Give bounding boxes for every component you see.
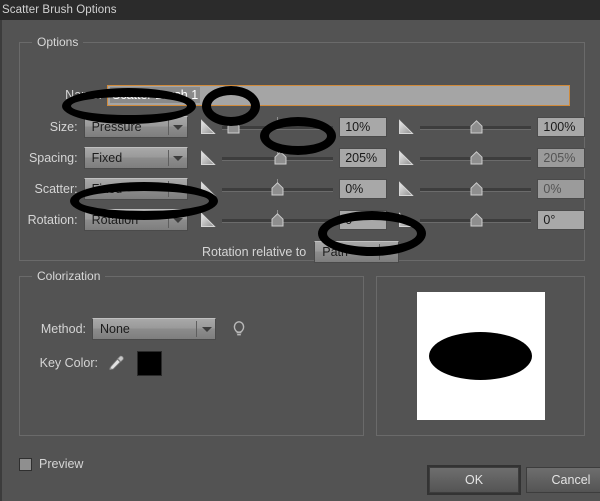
dropdown-separator [167, 150, 169, 166]
dropdown-separator [379, 244, 381, 260]
param-max-value-0[interactable]: 100% [537, 117, 586, 137]
key-color-label: Key Color: [39, 356, 98, 370]
window-titlebar: Scatter Brush Options [0, 0, 600, 20]
param-min-value-3[interactable]: 0° [339, 210, 387, 230]
param-min-slider-0[interactable] [221, 117, 334, 137]
slider-thumb[interactable] [227, 120, 240, 134]
size-wedge-icon-min-3 [200, 212, 218, 228]
slider-thumb[interactable] [470, 120, 483, 134]
param-min-value-0[interactable]: 10% [339, 117, 387, 137]
chevron-down-icon [381, 242, 398, 262]
param-max-slider-2[interactable] [419, 179, 532, 199]
cancel-button[interactable]: Cancel [526, 467, 600, 493]
eyedropper-icon[interactable] [107, 354, 125, 372]
chevron-down-icon [170, 148, 187, 168]
name-input[interactable]: Scatter Brush 1 [107, 84, 570, 106]
size-wedge-icon-min-1 [200, 150, 218, 166]
key-color-row: Key Color: [26, 350, 162, 376]
parameter-row: Rotation: Rotation 0° 0° [19, 209, 586, 231]
dropdown-separator [167, 212, 169, 228]
param-min-slider-1[interactable] [221, 148, 334, 168]
slider-thumb[interactable] [274, 151, 287, 165]
param-max-slider-1[interactable] [419, 148, 532, 168]
param-min-value-2[interactable]: 0% [339, 179, 387, 199]
preview-checkbox-label: Preview [39, 457, 84, 471]
size-wedge-icon-min-0 [200, 119, 218, 135]
method-label: Method: [40, 322, 86, 336]
lightbulb-icon[interactable] [232, 320, 246, 338]
param-mode-dropdown-0[interactable]: Pressure [83, 116, 188, 138]
param-mode-value-0: Pressure [91, 120, 142, 134]
ok-button[interactable]: OK [427, 465, 521, 495]
rotation-relative-row: Rotation relative to Path [202, 241, 400, 263]
param-label-0: Size: [49, 120, 78, 134]
param-mode-value-2: Fixed [91, 182, 123, 196]
slider-thumb[interactable] [470, 213, 483, 227]
param-mode-dropdown-3[interactable]: Rotation [83, 209, 188, 231]
preview-checkbox-row[interactable]: Preview [19, 457, 83, 471]
param-max-value-3[interactable]: 0° [537, 210, 586, 230]
method-row: Method: None [26, 318, 246, 340]
slider-thumb[interactable] [271, 182, 284, 196]
param-mode-dropdown-1[interactable]: Fixed [83, 147, 188, 169]
param-min-value-1[interactable]: 205% [339, 148, 387, 168]
preview-ellipse-shape [429, 332, 532, 380]
key-color-swatch[interactable] [137, 350, 162, 376]
param-max-slider-3[interactable] [419, 210, 532, 230]
scatter-brush-options-dialog: Options Name: Scatter Brush 1 Size: Pres… [0, 20, 600, 501]
options-group-label: Options [32, 35, 84, 49]
chevron-down-icon [170, 179, 187, 199]
parameter-row: Size: Pressure 10% 100% [19, 116, 586, 138]
dropdown-separator [167, 181, 169, 197]
size-wedge-icon-max-2 [398, 181, 416, 197]
method-value: None [100, 322, 130, 336]
size-wedge-icon-max-3 [398, 212, 416, 228]
chevron-down-icon [170, 210, 187, 230]
brush-preview-panel [376, 276, 585, 436]
param-label-2: Scatter: [34, 182, 78, 196]
dropdown-separator [196, 321, 197, 337]
param-mode-value-1: Fixed [91, 151, 123, 165]
dropdown-separator [167, 119, 169, 135]
rotation-relative-value: Path [322, 245, 348, 259]
param-max-value-1[interactable]: 205% [537, 148, 586, 168]
name-label: Name: [65, 88, 102, 102]
parameter-row: Scatter: Fixed 0% 0% [19, 178, 586, 200]
name-row: Name: Scatter Brush 1 [19, 84, 585, 106]
param-min-slider-2[interactable] [221, 179, 334, 199]
slider-tick [277, 117, 279, 123]
name-input-value: Scatter Brush 1 [110, 87, 201, 103]
size-wedge-icon-max-0 [398, 119, 416, 135]
param-label-3: Rotation: [27, 213, 78, 227]
window-title: Scatter Brush Options [2, 4, 117, 16]
slider-thumb[interactable] [470, 182, 483, 196]
size-wedge-icon-min-2 [200, 181, 218, 197]
slider-thumb[interactable] [470, 151, 483, 165]
param-mode-value-3: Rotation [91, 213, 139, 227]
preview-canvas [416, 292, 545, 420]
preview-checkbox[interactable] [19, 457, 32, 471]
colorization-group-label: Colorization [32, 269, 106, 283]
rotation-relative-dropdown[interactable]: Path [314, 241, 400, 263]
chevron-down-icon [198, 319, 215, 339]
parameter-row: Spacing: Fixed 205% 205% [19, 147, 586, 169]
param-max-slider-0[interactable] [419, 117, 532, 137]
param-label-1: Spacing: [28, 151, 78, 165]
slider-thumb[interactable] [271, 213, 284, 227]
chevron-down-icon [170, 117, 187, 137]
param-mode-dropdown-2[interactable]: Fixed [83, 178, 188, 200]
rotation-relative-label: Rotation relative to [202, 245, 307, 259]
size-wedge-icon-max-1 [398, 150, 416, 166]
param-min-slider-3[interactable] [221, 210, 334, 230]
method-dropdown[interactable]: None [92, 318, 216, 340]
param-max-value-2[interactable]: 0% [537, 179, 586, 199]
